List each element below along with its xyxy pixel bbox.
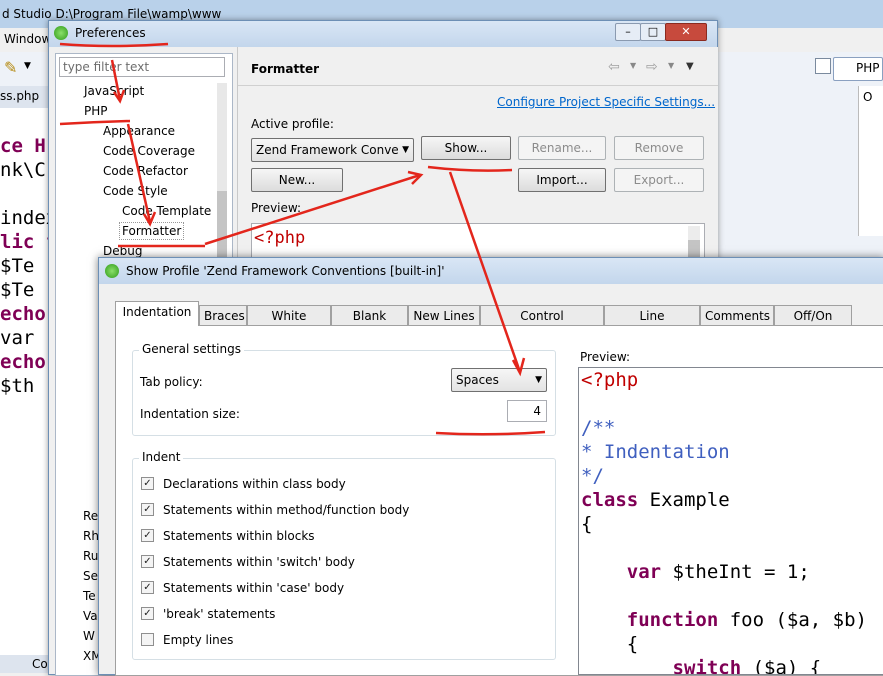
- annotation-overlay: [59, 42, 546, 436]
- annotation-underline: [59, 42, 169, 48]
- annotation-arrow: [448, 171, 522, 373]
- annotation-arrow: [204, 173, 421, 246]
- tab-indentation[interactable]: Indentation: [115, 301, 199, 326]
- annotation-underline: [59, 119, 131, 126]
- annotation-arrow: [126, 123, 152, 223]
- annotation-underline: [427, 165, 513, 172]
- annotation-underline: [435, 430, 546, 436]
